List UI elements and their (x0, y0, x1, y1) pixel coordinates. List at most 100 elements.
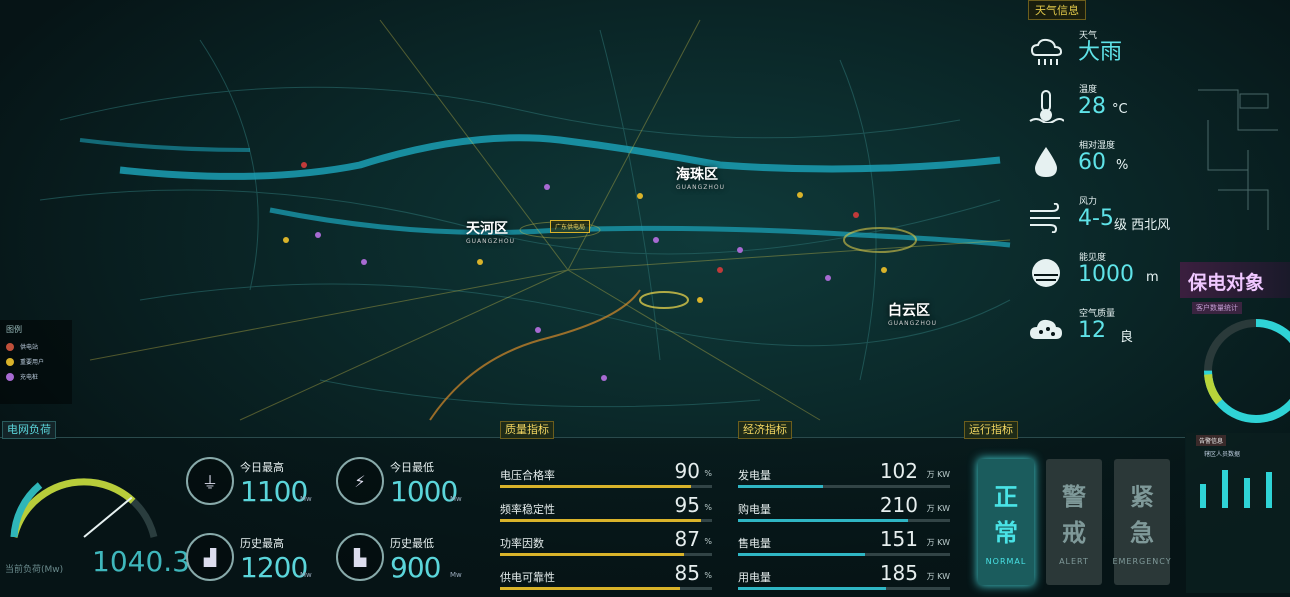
weather-unit: % (1116, 158, 1129, 173)
stat-value: 1200 (240, 551, 308, 584)
alert-bar (1200, 484, 1206, 508)
stat-value: 1100 (240, 475, 308, 508)
economy-metric[interactable]: 购电量 210 万 KW (738, 493, 950, 529)
metric-unit: % (704, 571, 712, 580)
status-char: 急 (1130, 518, 1154, 547)
quality-metric[interactable]: 功率因数 87 % (500, 527, 712, 563)
quality-metric[interactable]: 频率稳定性 95 % (500, 493, 712, 529)
stat-history-max[interactable]: ▟ 历史最高 1200 Mw (186, 533, 326, 589)
metric-bar (738, 553, 866, 556)
metric-unit: % (704, 537, 712, 546)
legend-item[interactable]: 重要用户 (0, 354, 72, 369)
metric-label: 频率稳定性 (500, 503, 555, 516)
metric-label: 售电量 (738, 537, 771, 550)
stat-label: 今日最高 (240, 461, 284, 474)
weather-value: 大雨 (1078, 40, 1123, 65)
status-char: 常 (994, 518, 1018, 547)
weather-title: 天气信息 (1028, 0, 1086, 20)
stat-unit: Mw (450, 495, 462, 503)
metric-unit: 万 KW (926, 504, 950, 513)
status-char: 正 (994, 482, 1018, 511)
legend-item[interactable]: 供电站 (0, 339, 72, 354)
metric-value: 185 (879, 561, 918, 585)
status-char: 戒 (1062, 518, 1086, 547)
weather-unit: 级 西北风 (1114, 218, 1171, 233)
stat-history-min[interactable]: ▙ 历史最低 900 Mw (336, 533, 476, 589)
stat-label: 历史最高 (240, 537, 284, 550)
substation-pin-icon (6, 342, 14, 351)
stat-today-max[interactable]: ⏚ 今日最高 1100 Mw (186, 457, 326, 513)
metric-bar (500, 587, 681, 590)
weather-value: 12 (1078, 318, 1106, 343)
humidity-drop-icon (1026, 146, 1066, 178)
center-station-tag[interactable]: 广东供电局 (550, 220, 591, 233)
wind-icon (1026, 202, 1066, 234)
quality-metric[interactable]: 供电可靠性 85 % (500, 561, 712, 597)
status-char: 警 (1062, 482, 1086, 511)
legend-title: 图例 (6, 325, 22, 334)
status-en-label: ALERT (1059, 556, 1089, 566)
weather-value: 60 (1078, 150, 1106, 175)
metric-label: 供电可靠性 (500, 571, 555, 584)
alert-text: 辖区人员数据 (1204, 451, 1241, 458)
protection-donut-chart (1204, 319, 1290, 423)
economy-metric[interactable]: 发电量 102 万 KW (738, 459, 950, 495)
metric-bar (738, 519, 908, 522)
metric-value: 90 (674, 459, 700, 483)
status-normal-button[interactable]: 正 常 NORMAL (978, 459, 1034, 585)
protection-header[interactable]: 保电对象 (1180, 262, 1290, 298)
metric-unit: % (704, 469, 712, 478)
metric-value: 85 (674, 561, 700, 585)
economy-metric[interactable]: 用电量 185 万 KW (738, 561, 950, 597)
plug-icon: ⏚ (186, 457, 234, 505)
weather-row: 相对湿度 60 % (1026, 138, 1191, 184)
alert-bar (1244, 478, 1250, 508)
gauge-needle (83, 496, 133, 538)
district-label-baiyun[interactable]: 白云区 GUANGZHOU (888, 300, 937, 327)
stat-value: 1000 (390, 475, 458, 508)
metric-value: 151 (879, 527, 918, 551)
current-load-label: 当前负荷(Mw) (5, 565, 64, 575)
weather-value: 28 (1078, 94, 1106, 119)
metric-bar (738, 485, 823, 488)
weather-row: 空气质量 12 良 (1026, 306, 1191, 352)
quality-metric[interactable]: 电压合格率 90 % (500, 459, 712, 495)
stat-label: 历史最低 (390, 537, 434, 550)
district-label-tianhe[interactable]: 天河区 GUANGZHOU (466, 218, 515, 245)
stat-today-min[interactable]: ⚡ 今日最低 1000 Mw (336, 457, 476, 513)
weather-unit: 良 (1120, 330, 1134, 345)
metric-label: 购电量 (738, 503, 771, 516)
current-load-value: 1040.3 (92, 545, 190, 578)
metric-unit: % (704, 503, 712, 512)
metric-label: 电压合格率 (500, 469, 555, 482)
metric-unit: 万 KW (926, 538, 950, 547)
economy-metric[interactable]: 售电量 151 万 KW (738, 527, 950, 563)
protection-title: 保电对象 (1188, 272, 1265, 294)
metric-bar (738, 587, 887, 590)
metric-bar (500, 485, 691, 488)
status-alert-button[interactable]: 警 戒 ALERT (1046, 459, 1102, 585)
stat-label: 今日最低 (390, 461, 434, 474)
stat-value: 900 (390, 551, 441, 584)
metric-label: 发电量 (738, 469, 771, 482)
load-gauge (10, 478, 158, 538)
metric-bar (500, 519, 702, 522)
grid-load-title: 电网负荷 (2, 421, 56, 439)
stat-unit: Mw (300, 495, 312, 503)
circuit-diagram (1198, 89, 1278, 230)
legend-item-label: 重要用户 (20, 359, 45, 366)
stat-unit: Mw (450, 571, 462, 579)
important-user-pin-icon (6, 357, 14, 366)
legend-item[interactable]: 充电桩 (0, 369, 72, 384)
weather-row: 风力 4-5 级 西北风 (1026, 194, 1191, 240)
legend-item-label: 充电桩 (20, 374, 39, 381)
metric-bar (500, 553, 685, 556)
stat-unit: Mw (300, 571, 312, 579)
status-en-label: EMERGENCY (1112, 556, 1172, 566)
status-emergency-button[interactable]: 紧 急 EMERGENCY (1112, 459, 1172, 585)
district-label-haizhu[interactable]: 海珠区 GUANGZHOU (676, 164, 725, 191)
status-char: 紧 (1130, 482, 1154, 511)
metric-label: 功率因数 (500, 537, 544, 550)
weather-panel: 天气信息 天气 大雨 温度 28 °C 相对湿度 60 % 风力 4-5 级 西… (1020, 0, 1190, 360)
chart-down-icon: ▙ (336, 533, 384, 581)
